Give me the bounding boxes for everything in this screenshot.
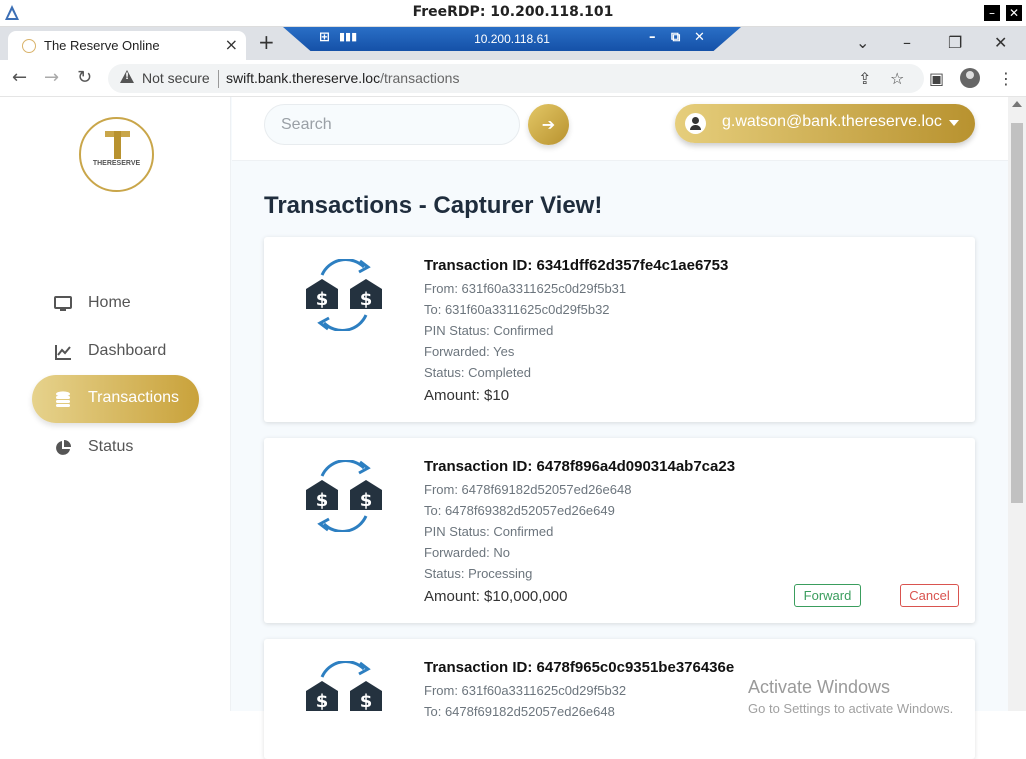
sidebar-item-label: Transactions [88, 389, 179, 406]
caret-down-icon [949, 120, 959, 126]
transaction-forwarded: Forwarded: Yes [424, 344, 515, 359]
window-restore-icon[interactable]: ❐ [948, 33, 962, 52]
svg-text:$: $ [360, 490, 373, 511]
reload-icon[interactable]: ↻ [77, 67, 92, 88]
chart-line-icon [55, 345, 71, 360]
bank-transfer-icon: $ $ [306, 460, 382, 532]
transaction-card: $ $ Transaction ID: 6478f896a4d090314ab7… [264, 438, 975, 623]
browser-menu-icon[interactable]: ⋮ [998, 69, 1014, 88]
cancel-button[interactable]: Cancel [900, 584, 959, 607]
address-bar[interactable]: Not secure swift.bank.thereserve.loc/tra… [108, 64, 924, 93]
top-bar: ➔ g.watson@bank.thereserve.loc [232, 97, 1008, 161]
thereserve-logo[interactable]: THERESERVE [79, 117, 154, 192]
window-close-icon[interactable]: ✕ [994, 33, 1007, 52]
tab-title: The Reserve Online [44, 38, 160, 53]
transaction-to: To: 6478f69382d52057ed26e649 [424, 503, 615, 518]
rdp-minimize-button[interactable]: – [984, 5, 1000, 21]
rdp-title-bar: FreeRDP: 10.200.118.101 – ✕ [0, 0, 1026, 27]
omnibox-divider [218, 70, 219, 88]
sidebar-item-label: Home [88, 294, 131, 311]
svg-text:$: $ [360, 691, 373, 712]
scrollbar-thumb[interactable] [1011, 123, 1023, 503]
search-submit-button[interactable]: ➔ [528, 104, 569, 145]
transaction-from: From: 631f60a3311625c0d29f5b32 [424, 683, 627, 698]
back-arrow-icon[interactable]: ← [12, 67, 27, 88]
svg-text:$: $ [316, 691, 329, 712]
transaction-pin-status: PIN Status: Confirmed [424, 524, 554, 539]
bank-transfer-icon: $ $ [306, 259, 382, 331]
transaction-id: Transaction ID: 6478f965c0c9351be376436e [424, 659, 735, 676]
profile-avatar-icon[interactable] [960, 68, 980, 88]
logo-tagline [81, 170, 152, 174]
forward-button[interactable]: Forward [794, 584, 861, 607]
rdp-window-title: FreeRDP: 10.200.118.101 [412, 4, 614, 20]
transaction-id: Transaction ID: 6478f896a4d090314ab7ca23 [424, 458, 736, 475]
transaction-card: $ $ Transaction ID: 6478f965c0c9351be376… [264, 639, 975, 759]
activate-windows-subtitle: Go to Settings to activate Windows. [748, 701, 954, 716]
rdp-float-restore-icon[interactable]: ⧉ [671, 30, 680, 45]
logo-text: THERESERVE [92, 160, 141, 167]
transaction-status: Status: Completed [424, 365, 531, 380]
page-title: Transactions - Capturer View! [264, 192, 603, 219]
url-text[interactable]: swift.bank.thereserve.loc/transactions [226, 70, 459, 86]
svg-text:$: $ [360, 289, 373, 310]
transaction-card: $ $ Transaction ID: 6341dff62d357fe4c1ae… [264, 237, 975, 422]
user-avatar-icon [685, 113, 706, 134]
rdp-float-minimize-icon[interactable]: – [649, 30, 656, 45]
scroll-up-icon[interactable] [1012, 101, 1022, 107]
transaction-id: Transaction ID: 6341dff62d357fe4c1ae6753 [424, 257, 729, 274]
site-favicon-icon [22, 39, 36, 53]
sidebar-item-home[interactable]: Home [32, 280, 199, 328]
sidebar-item-dashboard[interactable]: Dashboard [32, 328, 199, 376]
sidebar-item-label: Dashboard [88, 342, 167, 359]
sidebar-item-status[interactable]: Status [32, 424, 199, 472]
bookmark-star-icon[interactable]: ☆ [890, 69, 904, 88]
transaction-amount: Amount: $10,000,000 [424, 588, 568, 605]
monitor-icon [54, 296, 72, 311]
activate-windows-watermark: Activate Windows [748, 677, 891, 697]
sidebar-item-label: Status [88, 438, 134, 455]
tab-close-icon[interactable]: × [225, 35, 238, 54]
side-panel-icon[interactable]: ▣ [929, 69, 944, 88]
browser-toolbar: ← → ↻ Not secure swift.bank.thereserve.l… [0, 60, 1026, 97]
bank-transfer-icon: $ $ [306, 661, 382, 712]
share-icon[interactable]: ⇪ [858, 69, 871, 88]
window-minimize-icon[interactable]: – [903, 33, 911, 52]
rdp-float-close-icon[interactable]: ✕ [694, 30, 705, 45]
pie-chart-icon [56, 440, 71, 455]
new-tab-button[interactable]: + [258, 30, 275, 54]
warning-icon [120, 70, 134, 83]
rdp-connection-bar: ⊞ ▮▮▮ 10.200.118.61 – ⧉ ✕ [283, 27, 741, 51]
tab-search-icon[interactable]: ⌄ [856, 33, 869, 52]
svg-text:$: $ [316, 289, 329, 310]
transaction-pin-status: PIN Status: Confirmed [424, 323, 554, 338]
coins-icon [56, 391, 70, 407]
page-scrollbar[interactable] [1008, 97, 1026, 711]
sidebar: THERESERVE Home Dashboard Transactions S… [0, 97, 231, 711]
user-menu-button[interactable]: g.watson@bank.thereserve.loc [675, 104, 975, 143]
transaction-forwarded: Forwarded: No [424, 545, 510, 560]
forward-arrow-icon[interactable]: → [44, 67, 59, 88]
transaction-status: Status: Processing [424, 566, 533, 581]
sidebar-item-transactions[interactable]: Transactions [32, 375, 199, 423]
search-input[interactable] [264, 104, 520, 145]
logo-t-mark [105, 131, 130, 159]
user-email: g.watson@bank.thereserve.loc [722, 113, 942, 130]
security-status: Not secure [142, 70, 210, 86]
transaction-to: To: 6478f69182d52057ed26e648 [424, 704, 615, 719]
transaction-from: From: 6478f69182d52057ed26e648 [424, 482, 632, 497]
transaction-from: From: 631f60a3311625c0d29f5b31 [424, 281, 627, 296]
rdp-close-button[interactable]: ✕ [1006, 5, 1022, 21]
transaction-amount: Amount: $10 [424, 387, 510, 404]
svg-text:$: $ [316, 490, 329, 511]
transaction-to: To: 631f60a3311625c0d29f5b32 [424, 302, 610, 317]
browser-tab[interactable]: The Reserve Online × [8, 31, 246, 60]
arrow-right-icon: ➔ [541, 115, 556, 134]
